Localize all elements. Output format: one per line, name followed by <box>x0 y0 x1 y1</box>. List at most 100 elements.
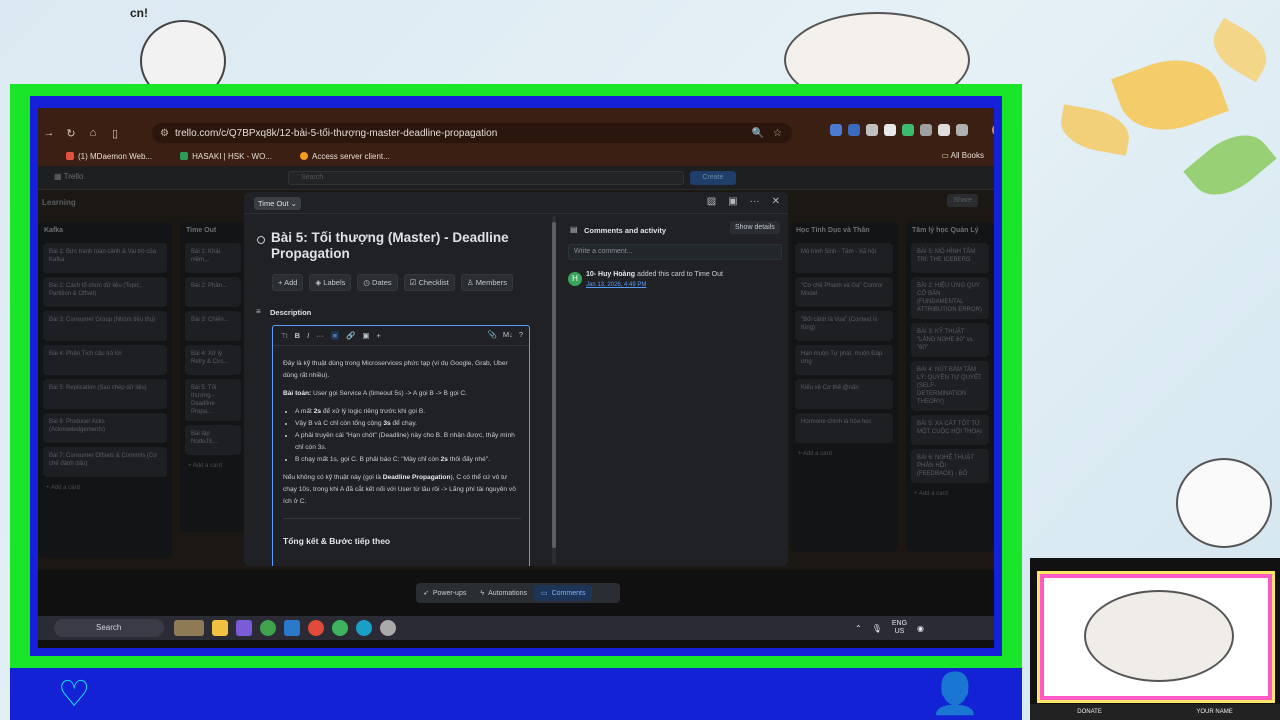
complete-checkbox[interactable] <box>257 236 265 244</box>
bold-button[interactable]: B <box>295 331 300 340</box>
list-card[interactable]: BÀI 6: NGHỆ THUẬT PHẢN HỒI (FEEDBACK) - … <box>911 449 989 483</box>
list-card[interactable]: Bài 4: Phân Tích câu trả lời <box>43 345 167 375</box>
board-name[interactable]: Learning <box>42 198 76 207</box>
list-card[interactable]: Bài 6: Producer Acks (Acknowledgements) <box>43 413 167 443</box>
widgets-icon[interactable] <box>174 620 204 636</box>
list-card[interactable]: Bài 7: Consumer Offsets & Commits (Cơ ch… <box>43 447 167 477</box>
app-icon[interactable] <box>236 620 252 636</box>
trello-logo[interactable]: ▦ Trello <box>54 172 83 181</box>
comment-input[interactable]: Write a comment... <box>568 244 782 260</box>
list-card[interactable]: Mô hình Sinh - Tâm - Xã hội <box>795 243 893 273</box>
xbox-icon[interactable] <box>260 620 276 636</box>
scrollbar-thumb[interactable] <box>552 222 556 548</box>
members-button[interactable]: ♙ Members <box>460 274 513 291</box>
all-bookmarks[interactable]: ▭ All Books <box>941 151 984 160</box>
list-selector[interactable]: Time Out ⌄ <box>254 197 301 210</box>
italic-button[interactable]: I <box>307 331 309 340</box>
list-card[interactable]: Bài 4: Xử lý Retry & Circ... <box>185 345 241 375</box>
list-button[interactable]: ≡ <box>330 331 340 340</box>
add-button[interactable]: + Add <box>272 274 304 291</box>
list-card[interactable]: Bài 1: Bức tranh toàn cảnh & Vai trò của… <box>43 243 167 273</box>
list-card[interactable]: "Bối cảnh là Vua" (Context is King) <box>795 311 893 341</box>
comments-button[interactable]: ▭ Comments <box>533 585 593 601</box>
wifi-icon[interactable]: ◉ <box>917 624 924 633</box>
taskbar-search[interactable]: Search <box>54 619 164 637</box>
list-card[interactable]: Bài 3: Chiến... <box>185 311 241 341</box>
settings-icon[interactable] <box>380 620 396 636</box>
chrome-icon[interactable] <box>308 620 324 636</box>
description-editor[interactable]: Tt B I ··· ≡ 🔗 ▣ + 📎 M↓ ? Đây là kỹ thuậ… <box>272 325 530 566</box>
list-card[interactable]: BÀI 5: MÔ HÌNH TÂM TRÍ: THE ICEBERG <box>911 243 989 273</box>
activity-timestamp[interactable]: Jan 13, 2026, 4:49 PM <box>586 282 646 288</box>
powerups-button[interactable]: ➶ Power-ups <box>416 583 473 603</box>
extension-icon[interactable] <box>938 124 950 136</box>
add-card-button[interactable]: + Add a card <box>38 481 172 495</box>
insert-button[interactable]: + <box>377 331 381 340</box>
checklist-button[interactable]: ☑ Checklist <box>403 274 455 291</box>
help-icon[interactable]: ? <box>519 330 523 339</box>
list-card[interactable]: Bài 5: Tối thượng - Deadline Propa... <box>185 379 241 421</box>
extension-icon[interactable] <box>920 124 932 136</box>
avatar[interactable]: H <box>568 272 582 286</box>
chrome-icon[interactable] <box>332 620 348 636</box>
zoom-icon[interactable]: 🔍 <box>752 128 764 139</box>
attach-icon[interactable]: 📎 <box>487 330 496 339</box>
link-icon[interactable]: 🔗 <box>346 331 355 340</box>
more-formatting-button[interactable]: ··· <box>316 331 324 340</box>
text-style-button[interactable]: Tt <box>281 331 288 340</box>
extension-icon[interactable] <box>830 124 842 136</box>
list-card[interactable]: BÀI 5: XA CÁT TỐT TỪ MỘT CUỘC HỘI THOẠI <box>911 415 989 445</box>
list-card[interactable]: Kiểu về Cơ thể @nấn <box>795 379 893 409</box>
automations-button[interactable]: ϟ Automations <box>473 583 534 603</box>
list-card[interactable]: Bài 1: Khái niệm... <box>185 243 241 273</box>
add-card-button[interactable]: + Add a card <box>180 459 246 473</box>
vscode-icon[interactable] <box>284 620 300 636</box>
share-button[interactable]: Share <box>947 194 978 207</box>
trello-search-input[interactable]: Search <box>288 171 684 185</box>
sidebar-icon[interactable]: ▯ <box>104 127 126 140</box>
bookmark-mdaemon[interactable]: (1) MDaemon Web... <box>66 152 152 161</box>
card-title[interactable]: Bài 5: Tối thượng (Master) - Deadline Pr… <box>271 230 541 262</box>
list-card[interactable]: "Cơ chế Phanh và Ga" Control Model <box>795 277 893 307</box>
site-info-icon[interactable]: ⚙ <box>160 128 169 139</box>
list-card[interactable]: Bài 3: Consumer Group (Nhóm tiêu thụ) <box>43 311 167 341</box>
markdown-button[interactable]: M↓ <box>503 330 513 339</box>
language-indicator[interactable]: ENG US <box>892 620 907 636</box>
explorer-icon[interactable] <box>212 620 228 636</box>
list-card[interactable]: BÀI 3: KỸ THUẬT "LẮNG NGHE 60" vs. "60" <box>911 323 989 357</box>
chevron-up-icon[interactable]: ⌃ <box>855 624 862 633</box>
close-icon[interactable]: ✕ <box>772 196 780 207</box>
extension-icon[interactable] <box>884 124 896 136</box>
add-card-button[interactable]: + Add a card <box>790 447 898 461</box>
extension-icon[interactable] <box>902 124 914 136</box>
extension-icon[interactable] <box>866 124 878 136</box>
list-card[interactable]: BÀI 2: HIỆU ỨNG QUY CỞ BẢN (FUNDAMENTAL … <box>911 277 989 319</box>
reload-icon[interactable]: ↻ <box>60 127 82 140</box>
image-button[interactable]: ▣ <box>362 331 369 340</box>
star-icon[interactable]: ☆ <box>773 128 782 139</box>
forward-icon[interactable]: → <box>38 127 60 139</box>
home-icon[interactable]: ⌂ <box>82 127 104 139</box>
image-icon[interactable]: ▣ <box>728 196 737 207</box>
list-card[interactable]: Bài 5: Replication (Sao chép dữ liệu) <box>43 379 167 409</box>
create-button[interactable]: Create <box>690 171 736 185</box>
list-card[interactable]: Bài 2: Cách tổ chức dữ liệu (Topic, Part… <box>43 277 167 307</box>
edge-icon[interactable] <box>356 620 372 636</box>
add-card-button[interactable]: + Add a card <box>906 487 994 501</box>
activity-user[interactable]: 10- Huy Hoàng <box>586 271 635 278</box>
list-card[interactable]: Hormone chính là hóa học <box>795 413 893 443</box>
dates-button[interactable]: ◷ Dates <box>357 274 398 291</box>
address-bar[interactable]: ⚙ trello.com/c/Q7BPxq8k/12-bài-5-tối-thư… <box>152 123 792 143</box>
list-card[interactable]: BÀI 4: NÚT BẤM TÂM LÝ: QUYỀN TỰ QUYẾT (S… <box>911 361 989 411</box>
show-details-button[interactable]: Show details <box>730 221 780 234</box>
extension-icon[interactable] <box>956 124 968 136</box>
list-card[interactable]: Hạn muộn Tự phát, muộn Đáp ứng <box>795 345 893 375</box>
list-card[interactable]: Bài 2: Phân... <box>185 277 241 307</box>
list-card[interactable]: Bài tập NodeJS... <box>185 425 241 455</box>
more-icon[interactable]: ··· <box>750 196 760 207</box>
cover-icon[interactable]: ▨ <box>707 196 716 207</box>
profile-avatar[interactable] <box>992 124 994 136</box>
extension-icon[interactable] <box>848 124 860 136</box>
labels-button[interactable]: ◈ Labels <box>309 274 352 291</box>
bookmark-access-server[interactable]: Access server client... <box>299 152 390 161</box>
